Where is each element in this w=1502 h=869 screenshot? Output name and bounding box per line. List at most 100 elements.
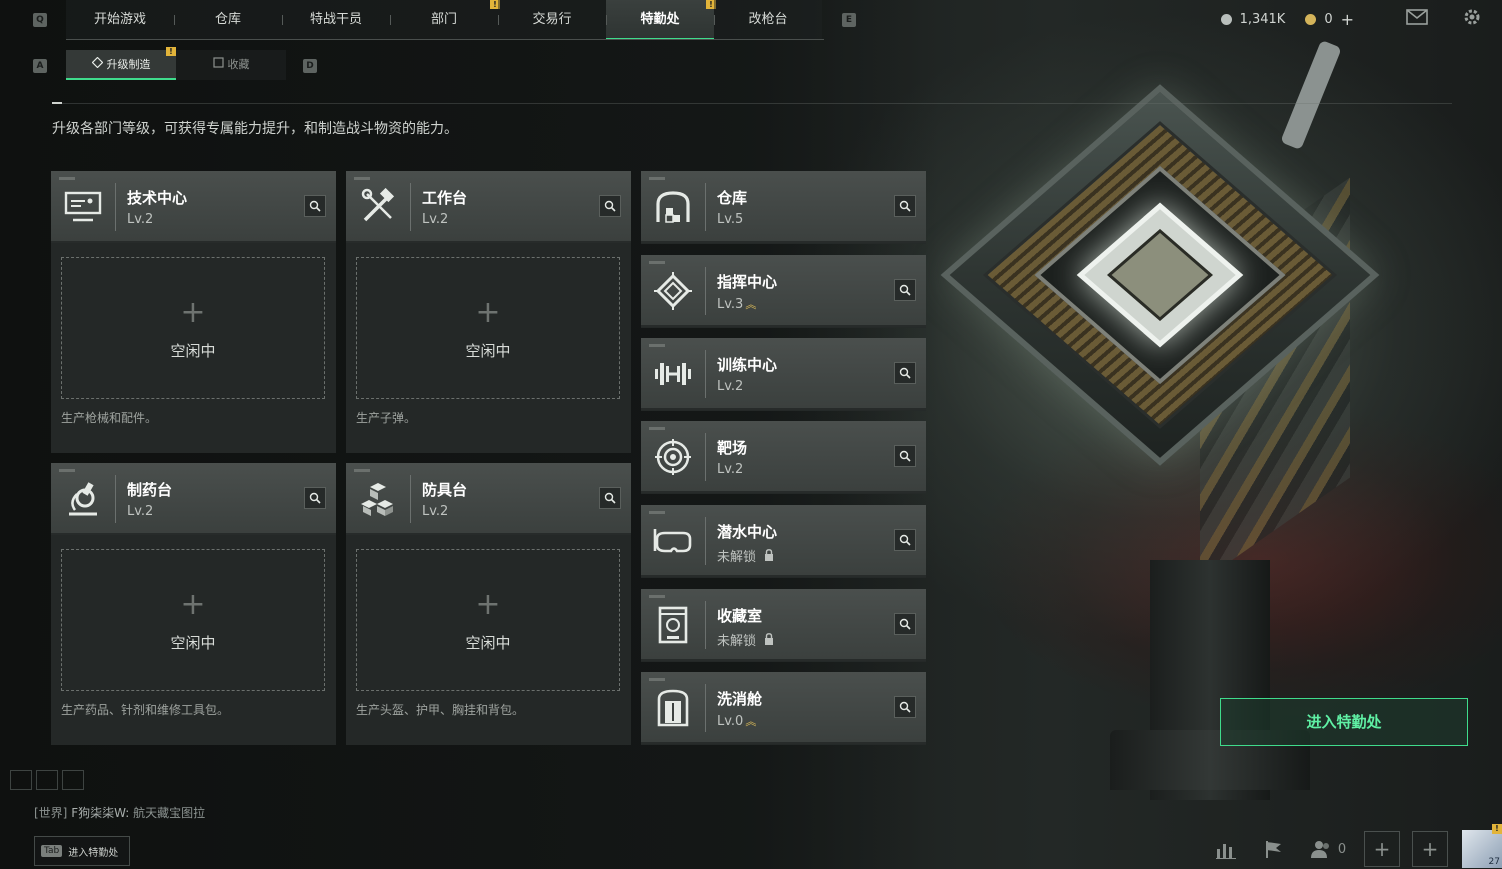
tab-key-icon: Tab bbox=[41, 845, 63, 857]
hud-slot-icon bbox=[36, 770, 58, 790]
facility-name: 技术中心 bbox=[127, 189, 188, 207]
tab-warehouse[interactable]: 仓库 bbox=[174, 0, 282, 40]
diving-mask-icon bbox=[651, 519, 695, 563]
key-hint-d: D bbox=[303, 59, 317, 73]
facility-level: Lv.5 bbox=[717, 212, 744, 227]
add-icon: + bbox=[180, 587, 206, 622]
facility-card-shooting-range[interactable]: 靶场 Lv.2 bbox=[641, 421, 926, 494]
facility-name: 防具台 bbox=[422, 481, 468, 499]
production-slot[interactable]: + 空闲中 bbox=[61, 257, 325, 399]
facility-level: Lv.0 bbox=[717, 714, 744, 729]
settings-gear-icon[interactable] bbox=[1462, 7, 1482, 31]
subtab-upgrade-craft[interactable]: 升级制造 ! bbox=[66, 47, 176, 80]
facility-level: Lv.2 bbox=[717, 379, 744, 394]
facility-card-armor-bench[interactable]: 防具台 Lv.2 + 空闲中 生产头盔、护甲、胸挂和背包。 bbox=[346, 463, 631, 745]
tab-departments[interactable]: 部门! bbox=[390, 0, 500, 40]
production-slot[interactable]: + 空闲中 bbox=[356, 257, 620, 399]
facility-card-warehouse[interactable]: 仓库 Lv.5 bbox=[641, 171, 926, 244]
inspect-search-button[interactable] bbox=[894, 613, 916, 635]
slot-status: 空闲中 bbox=[465, 342, 511, 360]
facility-level: Lv.3 bbox=[717, 297, 744, 312]
tab-start-game[interactable]: 开始游戏 bbox=[66, 0, 174, 40]
lock-icon bbox=[764, 549, 774, 565]
search-icon bbox=[899, 534, 911, 546]
inspect-search-button[interactable] bbox=[894, 362, 916, 384]
inspect-search-button[interactable] bbox=[894, 529, 916, 551]
add-party-slot-button[interactable]: + bbox=[1412, 831, 1448, 867]
left-hud-icons bbox=[10, 770, 84, 790]
currency-balance-2: 0 bbox=[1324, 11, 1333, 27]
flag-icon[interactable] bbox=[1250, 829, 1298, 869]
key-hint-q: Q bbox=[33, 13, 47, 27]
facility-card-collection-room[interactable]: 收藏室 未解锁 bbox=[641, 589, 926, 662]
currency-balance-1: 1,341K bbox=[1239, 11, 1286, 27]
facility-card-training-center[interactable]: 训练中心 Lv.2 bbox=[641, 338, 926, 411]
tab-gunsmith[interactable]: 改枪台 bbox=[714, 0, 822, 40]
tab-hint-label: 进入特勤处 bbox=[68, 847, 119, 859]
facility-card-pharmacy[interactable]: 制药台 Lv.2 + 空闲中 生产药品、针剂和维修工具包。 bbox=[51, 463, 336, 745]
facility-card-decontamination[interactable]: 洗消舱 Lv.0 ︽ bbox=[641, 672, 926, 745]
chat-sender: F狗柒柒W: bbox=[71, 806, 130, 820]
add-party-slot-button[interactable]: + bbox=[1364, 831, 1400, 867]
facility-description: 生产药品、针剂和维修工具包。 bbox=[61, 703, 230, 717]
inspect-search-button[interactable] bbox=[894, 445, 916, 467]
facility-level: Lv.2 bbox=[127, 212, 154, 227]
search-icon bbox=[899, 450, 911, 462]
enter-special-ops-button[interactable]: 进入特勤处 bbox=[1220, 698, 1468, 746]
search-icon bbox=[604, 200, 616, 212]
facility-card-diving-center[interactable]: 潜水中心 未解锁 bbox=[641, 505, 926, 578]
key-hint-a: A bbox=[33, 59, 47, 73]
cubes-icon bbox=[356, 477, 400, 521]
monitor-icon bbox=[61, 185, 105, 229]
friends-button[interactable]: 0 bbox=[1298, 829, 1358, 869]
main-tabs: 开始游戏 仓库 特战干员 部门! 交易行 特勤处! 改枪台 bbox=[66, 0, 822, 40]
tab-shortcut-hint[interactable]: Tab 进入特勤处 bbox=[34, 836, 130, 866]
search-icon bbox=[309, 492, 321, 504]
inspect-search-button[interactable] bbox=[599, 487, 621, 509]
craft-icon bbox=[91, 50, 103, 80]
tab-operators[interactable]: 特战干员 bbox=[282, 0, 390, 40]
production-slot[interactable]: + 空闲中 bbox=[356, 549, 620, 691]
facility-level: 未解锁 bbox=[717, 550, 757, 565]
inspect-search-button[interactable] bbox=[894, 696, 916, 718]
hud-slot-icon bbox=[10, 770, 32, 790]
facility-card-command-center[interactable]: 指挥中心 Lv.3 ︽ bbox=[641, 255, 926, 328]
inspect-search-button[interactable] bbox=[894, 195, 916, 217]
facility-card-workbench[interactable]: 工作台 Lv.2 + 空闲中 生产子弹。 bbox=[346, 171, 631, 453]
friends-icon bbox=[1310, 841, 1329, 858]
stats-chart-icon[interactable] bbox=[1202, 829, 1250, 869]
tab-trading[interactable]: 交易行 bbox=[498, 0, 606, 40]
inspect-search-button[interactable] bbox=[304, 195, 326, 217]
inspect-search-button[interactable] bbox=[894, 279, 916, 301]
production-slot[interactable]: + 空闲中 bbox=[61, 549, 325, 691]
upgrade-available-icon: ︽ bbox=[745, 298, 757, 311]
command-icon bbox=[651, 269, 695, 313]
sub-tabs: 升级制造 ! 收藏 bbox=[66, 47, 286, 80]
inspect-search-button[interactable] bbox=[599, 195, 621, 217]
mail-icon[interactable] bbox=[1406, 9, 1428, 29]
facility-card-tech-center[interactable]: 技术中心 Lv.2 + 空闲中 生产枪械和配件。 bbox=[51, 171, 336, 453]
page-description: 升级各部门等级，可获得专属能力提升，和制造战斗物资的能力。 bbox=[52, 121, 458, 137]
tab-special-ops[interactable]: 特勤处! bbox=[606, 0, 716, 40]
inspect-search-button[interactable] bbox=[304, 487, 326, 509]
facility-name: 靶场 bbox=[717, 439, 748, 457]
chat-message: 航天藏宝图拉 bbox=[133, 806, 206, 820]
bottom-right-bar: 0 + + ! 27 bbox=[1202, 824, 1502, 869]
warehouse-icon bbox=[651, 185, 695, 229]
facility-name: 工作台 bbox=[422, 189, 468, 207]
search-icon bbox=[899, 284, 911, 296]
player-avatar[interactable]: ! 27 bbox=[1462, 824, 1502, 868]
add-currency-button[interactable]: + bbox=[1341, 10, 1354, 29]
search-icon bbox=[309, 200, 321, 212]
section-divider bbox=[52, 103, 1452, 104]
decon-icon bbox=[651, 686, 695, 730]
facility-level: 未解锁 bbox=[717, 634, 757, 649]
subtab-collection[interactable]: 收藏 bbox=[176, 50, 286, 80]
add-icon: + bbox=[180, 295, 206, 330]
facility-level: Lv.2 bbox=[422, 212, 449, 227]
tools-icon bbox=[356, 185, 400, 229]
chat-channel: [世界] bbox=[34, 806, 68, 820]
world-chat-line[interactable]: [世界] F狗柒柒W: 航天藏宝图拉 bbox=[34, 804, 205, 821]
top-right-bar: 1,341K 0 + bbox=[1220, 7, 1482, 31]
hud-slot-icon bbox=[62, 770, 84, 790]
